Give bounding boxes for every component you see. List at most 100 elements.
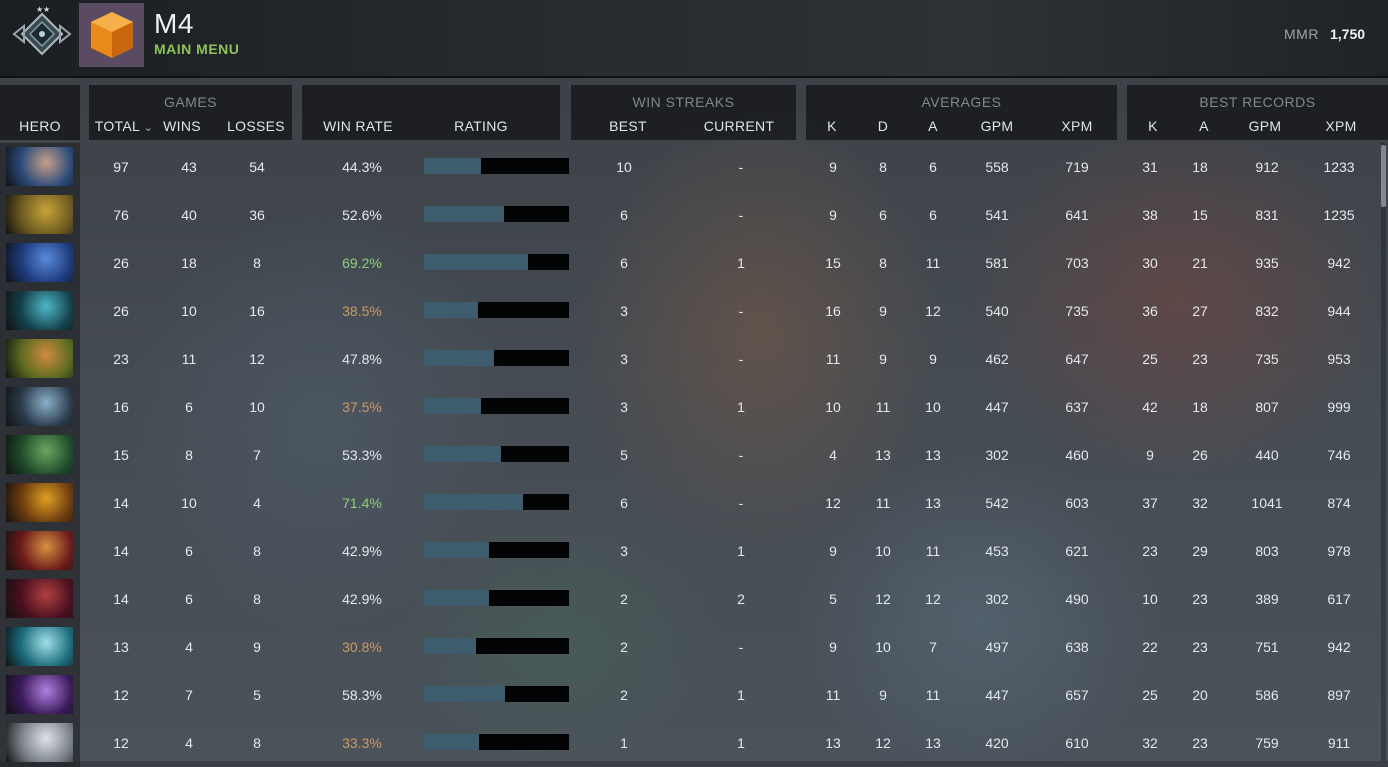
cell-best-assists: 26: [1192, 447, 1208, 463]
cell-total: 12: [113, 687, 129, 703]
hero-portrait-gold-warrior-icon[interactable]: [6, 195, 73, 234]
cell-avg-deaths: 12: [875, 591, 891, 607]
cell-best-xpm: 942: [1327, 255, 1351, 271]
column-header-best-gpm[interactable]: GPM: [1242, 118, 1288, 134]
cell-best-assists: 18: [1192, 159, 1208, 175]
cell-best-xpm: 944: [1327, 303, 1351, 319]
cell-best-assists: 23: [1192, 351, 1208, 367]
column-header-best-streak[interactable]: BEST: [598, 118, 658, 134]
column-header-rating[interactable]: RATING: [441, 118, 521, 134]
rating-bar-fill: [424, 158, 481, 174]
rating-bar: [424, 638, 569, 654]
table-row[interactable]: 26 18 8 69.2% 6 1 15 8 11 581 703 30 21 …: [0, 239, 1378, 287]
cell-win-rate: 52.6%: [342, 207, 382, 223]
table-row[interactable]: 12 4 8 33.3% 1 1 13 12 13 420 610 32 23 …: [0, 719, 1378, 767]
cell-wins: 4: [185, 639, 193, 655]
column-header-avg-deaths[interactable]: D: [870, 118, 896, 134]
table-row[interactable]: 16 6 10 37.5% 3 1 10 11 10 447 637 42 18…: [0, 383, 1378, 431]
column-header-best-kills[interactable]: K: [1140, 118, 1166, 134]
table-row[interactable]: 26 10 16 38.5% 3 - 16 9 12 540 735 36 27…: [0, 287, 1378, 335]
cell-best-assists: 18: [1192, 399, 1208, 415]
table-row[interactable]: 14 10 4 71.4% 6 - 12 11 13 542 603 37 32…: [0, 479, 1378, 527]
cell-avg-kills: 9: [829, 207, 837, 223]
cell-avg-xpm: 637: [1065, 399, 1089, 415]
column-header-current-streak[interactable]: CURRENT: [699, 118, 779, 134]
column-header-avg-gpm[interactable]: GPM: [974, 118, 1020, 134]
hero-portrait-water-spirit-icon[interactable]: [6, 291, 73, 330]
cell-win-rate: 42.9%: [342, 591, 382, 607]
rating-bar: [424, 302, 569, 318]
cell-best-xpm: 746: [1327, 447, 1351, 463]
rating-bar-fill: [424, 398, 481, 414]
cell-best-streak: 3: [620, 399, 628, 415]
mmr-value: 1,750: [1330, 26, 1366, 42]
cell-best-xpm: 897: [1327, 687, 1351, 703]
column-header-losses[interactable]: LOSSES: [226, 118, 286, 134]
hero-portrait-white-beast-icon[interactable]: [6, 723, 73, 762]
column-header-win-rate[interactable]: WIN RATE: [318, 118, 398, 134]
scrollbar-track[interactable]: [1381, 143, 1386, 761]
cell-best-gpm: 586: [1255, 687, 1279, 703]
cell-avg-deaths: 8: [879, 255, 887, 271]
column-header-wins[interactable]: WINS: [156, 118, 208, 134]
cell-avg-assists: 11: [925, 687, 941, 703]
table-row[interactable]: 13 4 9 30.8% 2 - 9 10 7 497 638 22 23 75…: [0, 623, 1378, 671]
hero-portrait-void-icon[interactable]: [6, 675, 73, 714]
hero-portrait-demon-icon[interactable]: [6, 579, 73, 618]
hero-portrait-redhead-icon[interactable]: [6, 339, 73, 378]
cell-best-streak: 1: [620, 735, 628, 751]
cell-avg-kills: 16: [825, 303, 841, 319]
cell-losses: 16: [249, 303, 265, 319]
hero-portrait-hooded-icon[interactable]: [6, 147, 73, 186]
table-row[interactable]: 23 11 12 47.8% 3 - 11 9 9 462 647 25 23 …: [0, 335, 1378, 383]
main-menu-link[interactable]: MAIN MENU: [154, 41, 239, 57]
column-header-best-assists[interactable]: A: [1191, 118, 1217, 134]
hero-portrait-green-soldier-icon[interactable]: [6, 435, 73, 474]
cell-avg-kills: 5: [829, 591, 837, 607]
column-header-avg-assists[interactable]: A: [920, 118, 946, 134]
hero-portrait-fire-lord-icon[interactable]: [6, 483, 73, 522]
cell-avg-deaths: 8: [879, 159, 887, 175]
hero-portrait-wave-icon[interactable]: [6, 627, 73, 666]
column-header-best-xpm[interactable]: XPM: [1318, 118, 1364, 134]
cell-best-kills: 23: [1142, 543, 1158, 559]
cell-total: 14: [113, 495, 129, 511]
cell-current-streak: -: [738, 303, 744, 319]
player-avatar[interactable]: [79, 3, 144, 67]
cell-best-xpm: 999: [1327, 399, 1351, 415]
table-row[interactable]: 14 6 8 42.9% 2 2 5 12 12 302 490 10 23 3…: [0, 575, 1378, 623]
table-row[interactable]: 76 40 36 52.6% 6 - 9 6 6 541 641 38 15 8…: [0, 191, 1378, 239]
cell-avg-xpm: 641: [1065, 207, 1089, 223]
cell-wins: 18: [181, 255, 197, 271]
cell-best-streak: 3: [620, 543, 628, 559]
cell-win-rate: 30.8%: [342, 639, 382, 655]
rating-bar-fill: [424, 350, 494, 366]
cell-avg-gpm: 302: [985, 591, 1009, 607]
hero-portrait-masked-blue-icon[interactable]: [6, 387, 73, 426]
cell-win-rate: 58.3%: [342, 687, 382, 703]
hero-portrait-blue-ghost-icon[interactable]: [6, 243, 73, 282]
cell-avg-deaths: 6: [879, 207, 887, 223]
column-header-total[interactable]: TOTAL ⌄: [93, 118, 155, 134]
cell-best-kills: 32: [1142, 735, 1158, 751]
cell-avg-gpm: 302: [985, 447, 1009, 463]
cell-avg-gpm: 497: [985, 639, 1009, 655]
table-row[interactable]: 12 7 5 58.3% 2 1 11 9 11 447 657 25 20 5…: [0, 671, 1378, 719]
cell-losses: 5: [253, 687, 261, 703]
column-header-avg-xpm[interactable]: XPM: [1054, 118, 1100, 134]
cell-avg-xpm: 719: [1065, 159, 1089, 175]
column-header-hero[interactable]: HERO: [0, 118, 80, 134]
rank-medal-icon[interactable]: ★ ★: [10, 4, 74, 68]
column-header-avg-kills[interactable]: K: [819, 118, 845, 134]
table-row[interactable]: 14 6 8 42.9% 3 1 9 10 11 453 621 23 29 8…: [0, 527, 1378, 575]
table-row[interactable]: 15 8 7 53.3% 5 - 4 13 13 302 460 9 26 44…: [0, 431, 1378, 479]
scrollbar-thumb[interactable]: [1381, 145, 1386, 207]
cell-current-streak: 1: [737, 399, 745, 415]
cell-best-gpm: 803: [1255, 543, 1279, 559]
cell-best-xpm: 1233: [1323, 159, 1355, 175]
cell-best-xpm: 942: [1327, 639, 1351, 655]
cell-best-streak: 2: [620, 591, 628, 607]
hero-portrait-red-gold-icon[interactable]: [6, 531, 73, 570]
cell-best-assists: 23: [1192, 591, 1208, 607]
table-row[interactable]: 97 43 54 44.3% 10 - 9 8 6 558 719 31 18 …: [0, 143, 1378, 191]
